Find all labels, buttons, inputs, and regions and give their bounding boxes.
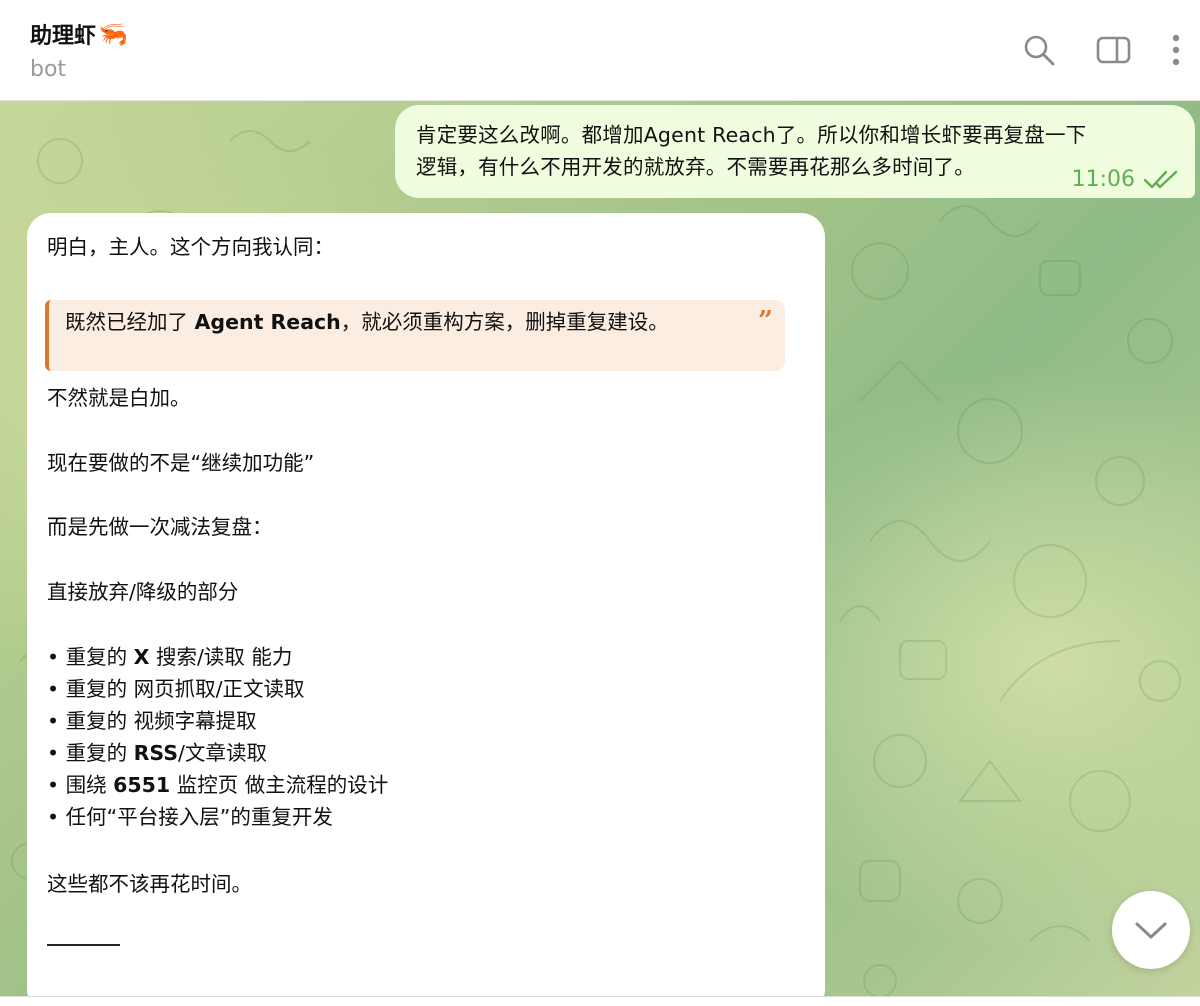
- search-icon: [1024, 35, 1055, 66]
- quote-text-pre: 既然已经加了: [65, 310, 195, 334]
- message-blockquote: 既然已经加了 Agent Reach，就必须重构方案，删掉重复建设。 ”: [45, 300, 785, 371]
- sidebar-toggle-button[interactable]: [1094, 30, 1134, 70]
- message-paragraph-4: 直接放弃/降级的部分: [47, 580, 239, 604]
- horizontal-rule: [47, 944, 120, 946]
- outgoing-message[interactable]: 肯定要这么改啊。都增加Agent Reach了。所以你和增长虾要再复盘一下 逻辑…: [395, 105, 1195, 198]
- chevron-down-icon: [1135, 922, 1167, 939]
- chat-subtitle: bot: [30, 57, 67, 82]
- list-item: • 任何“平台接入层”的重复开发: [47, 805, 333, 829]
- search-button[interactable]: [1019, 30, 1059, 70]
- list-item: • 重复的 X 搜索/读取 能力: [47, 645, 293, 669]
- list-item: • 重复的 RSS/文章读取: [47, 741, 267, 765]
- message-paragraph-3: 而是先做一次减法复盘：: [47, 515, 273, 539]
- quote-text: 既然已经加了 Agent Reach，就必须重构方案，删掉重复建设。: [65, 306, 669, 338]
- more-vertical-icon: [1172, 34, 1180, 66]
- message-meta: 11:06: [1072, 167, 1179, 192]
- shrimp-emoji-icon: 🦐: [98, 20, 128, 48]
- quote-mark-icon: ”: [758, 306, 773, 336]
- message-closing: 这些都不该再花时间。: [47, 872, 252, 896]
- message-paragraph-1: 不然就是白加。: [47, 386, 191, 410]
- chat-header: 助理虾 🦐 bot: [0, 0, 1200, 101]
- outgoing-message-line-1: 肯定要这么改啊。都增加Agent Reach了。所以你和增长虾要再复盘一下: [416, 123, 1087, 147]
- more-options-button[interactable]: [1156, 30, 1196, 70]
- message-time: 11:06: [1071, 167, 1135, 192]
- list-item: • 围绕 6551 监控页 做主流程的设计: [47, 773, 389, 797]
- scroll-to-bottom-button[interactable]: [1112, 891, 1190, 969]
- chat-title[interactable]: 助理虾 🦐: [30, 18, 128, 50]
- list-item: • 重复的 视频字幕提取: [47, 709, 257, 733]
- quote-text-post: ，就必须重构方案，删掉重复建设。: [340, 310, 669, 334]
- composer-edge: [0, 996, 1200, 1006]
- message-intro: 明白，主人。这个方向我认同：: [47, 235, 334, 259]
- sidebar-toggle-icon: [1096, 36, 1131, 64]
- quote-text-bold: Agent Reach: [194, 310, 341, 334]
- list-item: • 重复的 网页抓取/正文读取: [47, 677, 305, 701]
- message-paragraph-2: 现在要做的不是“继续加功能”: [47, 451, 315, 475]
- double-check-icon: [1143, 170, 1178, 188]
- outgoing-message-line-2: 逻辑，有什么不用开发的就放弃。不需要再花那么多时间了。: [416, 155, 975, 179]
- chat-title-text: 助理虾: [30, 24, 97, 49]
